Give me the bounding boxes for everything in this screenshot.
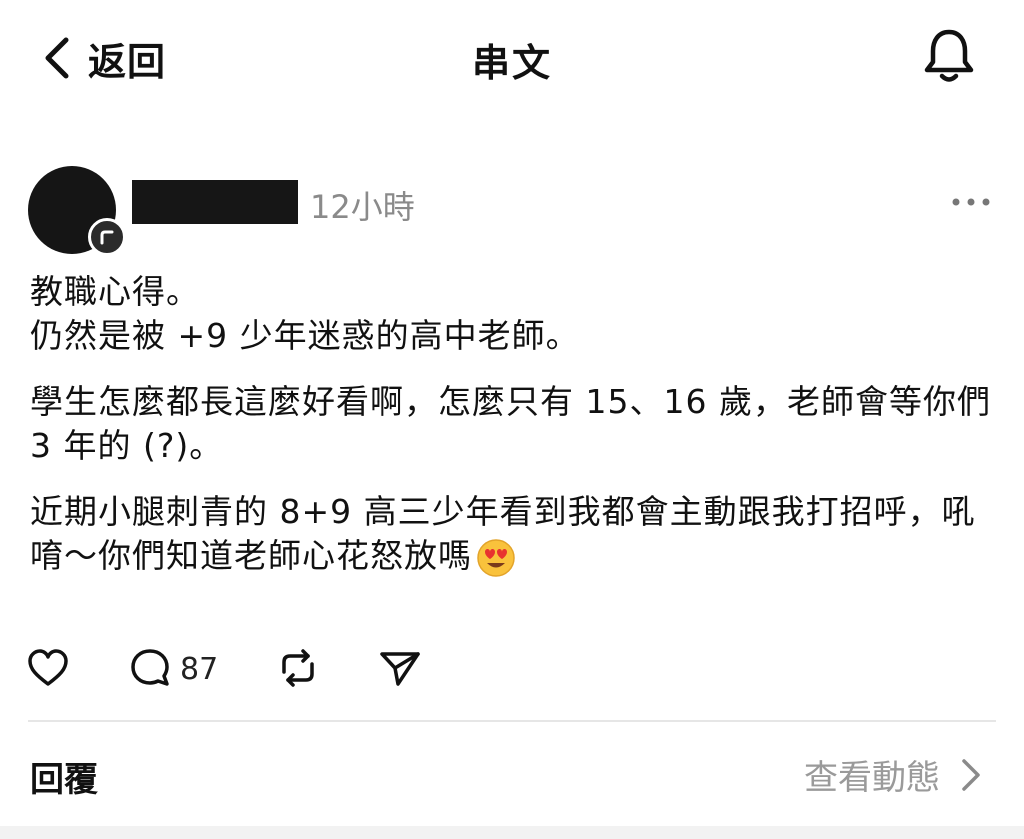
bell-icon (924, 29, 974, 82)
post-timestamp: 12小時 (310, 188, 415, 226)
repost-icon (282, 649, 314, 687)
post-line-1: 教職心得。 (30, 272, 200, 311)
comment-button[interactable] (128, 646, 172, 690)
comment-count: 87 (180, 652, 219, 687)
send-icon (380, 652, 420, 686)
post-paragraph-3: 近期小腿刺青的 8+9 高三少年看到我都會主動跟我打招呼，吼唷～你們知道老師心花… (30, 490, 1005, 578)
view-activity-label: 查看動態 (804, 758, 940, 798)
notification-bell-button[interactable] (920, 26, 978, 86)
avatar-badge (88, 218, 126, 256)
divider (28, 720, 996, 722)
repost-button[interactable] (276, 646, 320, 690)
share-button[interactable] (378, 646, 422, 690)
username-redacted[interactable] (132, 180, 298, 224)
post-line-2: 仍然是被 +9 少年迷惑的高中老師。 (30, 316, 580, 355)
more-dots-icon (952, 198, 990, 206)
heart-eyes-emoji-icon (477, 538, 515, 577)
chevron-right-icon (962, 758, 980, 791)
heart-icon (28, 649, 68, 686)
threads-badge-icon (100, 230, 114, 245)
more-options-button[interactable] (948, 190, 994, 214)
comment-icon (131, 649, 169, 686)
post-paragraph-2: 學生怎麼都長這麼好看啊，怎麼只有 15、16 歲，老師會等你們 3 年的 (?)… (30, 382, 991, 465)
page-title: 串文 (471, 41, 552, 85)
post-body: 教職心得。 仍然是被 +9 少年迷惑的高中老師。 學生怎麼都長這麼好看啊，怎麼只… (30, 270, 1005, 578)
view-activity-link[interactable]: 查看動態 (804, 750, 984, 799)
replies-row: 回覆 查看動態 (0, 742, 1024, 812)
bottom-separator (0, 826, 1024, 839)
like-button[interactable] (26, 646, 70, 690)
post-actions-bar: 87 (0, 640, 1024, 696)
replies-label: 回覆 (30, 760, 98, 800)
top-navigation-bar: 返回 串文 (0, 0, 1024, 118)
post-header: 12小時 (0, 150, 1024, 256)
